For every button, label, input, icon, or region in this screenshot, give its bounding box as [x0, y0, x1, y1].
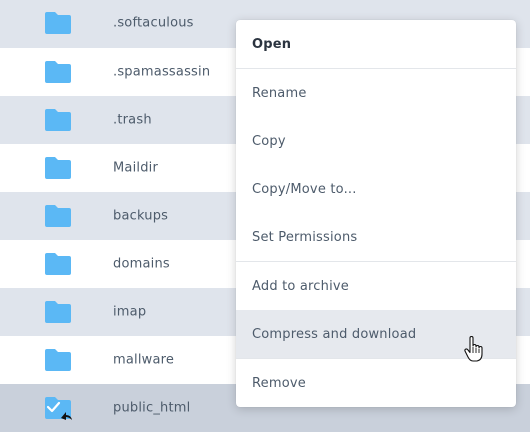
file-name[interactable]: .spamassassin: [113, 65, 210, 80]
folder-icon: [44, 11, 72, 35]
menu-item-add-to-archive[interactable]: Add to archive: [236, 262, 516, 310]
menu-item-open[interactable]: Open: [236, 20, 516, 68]
folder-icon: [44, 348, 72, 372]
folder-icon: [44, 156, 72, 180]
file-name[interactable]: mallware: [113, 353, 174, 368]
folder-icon: [44, 108, 72, 132]
file-name[interactable]: .softaculous: [113, 16, 194, 31]
file-name[interactable]: public_html: [113, 401, 190, 416]
menu-item-copy[interactable]: Copy: [236, 117, 516, 165]
folder-icon: [44, 204, 72, 228]
hand-pointer-cursor-icon: [464, 335, 484, 362]
file-name[interactable]: imap: [113, 305, 146, 320]
folder-icon: [44, 252, 72, 276]
file-name[interactable]: .trash: [113, 113, 152, 128]
file-name[interactable]: backups: [113, 209, 168, 224]
menu-item-remove[interactable]: Remove: [236, 359, 516, 407]
file-name[interactable]: Maildir: [113, 161, 158, 176]
folder-shortcut-checked-icon: [44, 396, 72, 420]
menu-item-copy-move[interactable]: Copy/Move to...: [236, 165, 516, 213]
menu-item-rename[interactable]: Rename: [236, 69, 516, 117]
menu-item-set-permissions[interactable]: Set Permissions: [236, 213, 516, 261]
file-name[interactable]: domains: [113, 257, 170, 272]
folder-icon: [44, 300, 72, 324]
folder-icon: [44, 60, 72, 84]
